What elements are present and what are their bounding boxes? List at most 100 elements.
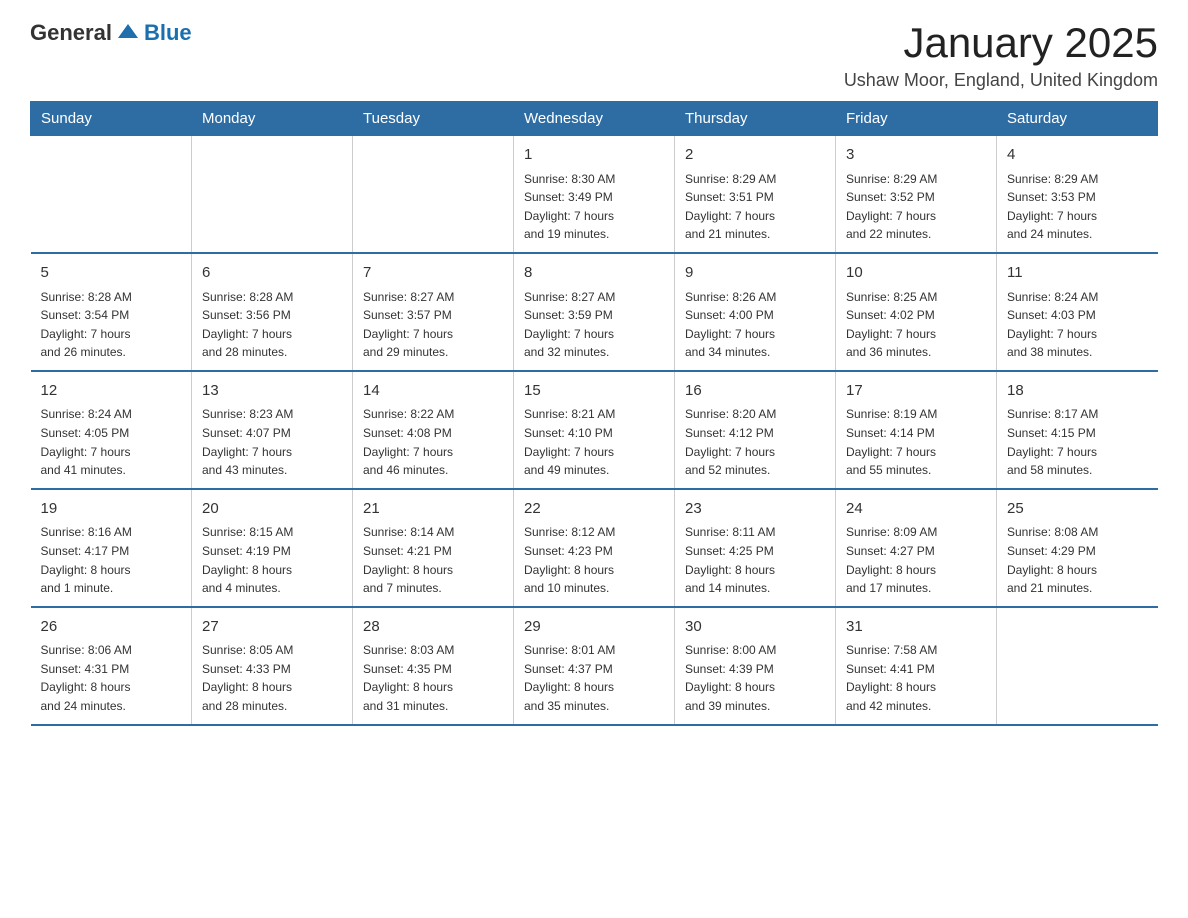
- calendar-cell: 5Sunrise: 8:28 AMSunset: 3:54 PMDaylight…: [31, 253, 192, 371]
- day-info: Sunrise: 8:00 AMSunset: 4:39 PMDaylight:…: [685, 641, 825, 715]
- calendar-cell: 27Sunrise: 8:05 AMSunset: 4:33 PMDayligh…: [192, 607, 353, 725]
- day-info: Sunrise: 8:30 AMSunset: 3:49 PMDaylight:…: [524, 170, 664, 244]
- day-number: 8: [524, 262, 664, 285]
- day-info: Sunrise: 8:29 AMSunset: 3:51 PMDaylight:…: [685, 170, 825, 244]
- calendar-cell: 4 Sunrise: 8:29 AMSunset: 3:53 PMDaylight…: [997, 136, 1158, 253]
- calendar-cell: 10 Sunrise: 8:25 AMSunset: 4:02 PMDayligh…: [836, 253, 997, 371]
- calendar-cell: 14Sunrise: 8:22 AMSunset: 4:08 PMDayligh…: [353, 371, 514, 489]
- calendar-week-row: 1 Sunrise: 8:30 AMSunset: 3:49 PMDaylight…: [31, 136, 1158, 253]
- day-info: Sunrise: 8:03 AMSunset: 4:35 PMDaylight:…: [363, 641, 503, 715]
- calendar-cell: 7Sunrise: 8:27 AMSunset: 3:57 PMDaylight…: [353, 253, 514, 371]
- calendar-cell: 22Sunrise: 8:12 AMSunset: 4:23 PMDayligh…: [514, 489, 675, 607]
- calendar-cell: 18Sunrise: 8:17 AMSunset: 4:15 PMDayligh…: [997, 371, 1158, 489]
- day-info: Sunrise: 8:15 AMSunset: 4:19 PMDaylight:…: [202, 523, 342, 597]
- day-info: Sunrise: 8:12 AMSunset: 4:23 PMDaylight:…: [524, 523, 664, 597]
- title-block: January 2025 Ushaw Moor, England, United…: [844, 20, 1158, 91]
- calendar-cell: 6 Sunrise: 8:28 AMSunset: 3:56 PMDaylight…: [192, 253, 353, 371]
- location-title: Ushaw Moor, England, United Kingdom: [844, 70, 1158, 91]
- day-number: 7: [363, 262, 503, 285]
- calendar-cell: 16Sunrise: 8:20 AMSunset: 4:12 PMDayligh…: [675, 371, 836, 489]
- calendar-cell: [353, 136, 514, 253]
- calendar-cell: 17Sunrise: 8:19 AMSunset: 4:14 PMDayligh…: [836, 371, 997, 489]
- day-number: 19: [41, 498, 182, 521]
- calendar-cell: 29Sunrise: 8:01 AMSunset: 4:37 PMDayligh…: [514, 607, 675, 725]
- calendar-cell: 3 Sunrise: 8:29 AMSunset: 3:52 PMDaylight…: [836, 136, 997, 253]
- calendar-week-row: 19Sunrise: 8:16 AMSunset: 4:17 PMDayligh…: [31, 489, 1158, 607]
- day-number: 16: [685, 380, 825, 403]
- calendar-week-row: 12Sunrise: 8:24 AMSunset: 4:05 PMDayligh…: [31, 371, 1158, 489]
- day-number: 24: [846, 498, 986, 521]
- day-info: Sunrise: 8:29 AMSunset: 3:53 PMDaylight:…: [1007, 170, 1148, 244]
- calendar-cell: 26Sunrise: 8:06 AMSunset: 4:31 PMDayligh…: [31, 607, 192, 725]
- day-info: Sunrise: 8:26 AMSunset: 4:00 PMDaylight:…: [685, 288, 825, 362]
- logo-icon: [116, 20, 140, 44]
- day-info: Sunrise: 8:16 AMSunset: 4:17 PMDaylight:…: [41, 523, 182, 597]
- calendar-cell: 19Sunrise: 8:16 AMSunset: 4:17 PMDayligh…: [31, 489, 192, 607]
- day-info: Sunrise: 8:19 AMSunset: 4:14 PMDaylight:…: [846, 405, 986, 479]
- day-info: Sunrise: 8:29 AMSunset: 3:52 PMDaylight:…: [846, 170, 986, 244]
- calendar-cell: 11Sunrise: 8:24 AMSunset: 4:03 PMDayligh…: [997, 253, 1158, 371]
- day-number: 30: [685, 616, 825, 639]
- calendar-cell: 9 Sunrise: 8:26 AMSunset: 4:00 PMDaylight…: [675, 253, 836, 371]
- day-number: 4: [1007, 144, 1148, 167]
- day-info: Sunrise: 8:17 AMSunset: 4:15 PMDaylight:…: [1007, 405, 1148, 479]
- day-info: Sunrise: 8:14 AMSunset: 4:21 PMDaylight:…: [363, 523, 503, 597]
- day-info: Sunrise: 8:21 AMSunset: 4:10 PMDaylight:…: [524, 405, 664, 479]
- day-info: Sunrise: 8:24 AMSunset: 4:05 PMDaylight:…: [41, 405, 182, 479]
- day-info: Sunrise: 8:28 AMSunset: 3:56 PMDaylight:…: [202, 288, 342, 362]
- calendar-cell: 12Sunrise: 8:24 AMSunset: 4:05 PMDayligh…: [31, 371, 192, 489]
- calendar-week-row: 5Sunrise: 8:28 AMSunset: 3:54 PMDaylight…: [31, 253, 1158, 371]
- calendar-cell: 13Sunrise: 8:23 AMSunset: 4:07 PMDayligh…: [192, 371, 353, 489]
- day-info: Sunrise: 7:58 AMSunset: 4:41 PMDaylight:…: [846, 641, 986, 715]
- logo-general: General: [30, 20, 112, 46]
- day-number: 1: [524, 144, 664, 167]
- day-number: 10: [846, 262, 986, 285]
- day-number: 2: [685, 144, 825, 167]
- day-number: 28: [363, 616, 503, 639]
- day-number: 25: [1007, 498, 1148, 521]
- day-number: 12: [41, 380, 182, 403]
- day-number: 22: [524, 498, 664, 521]
- day-info: Sunrise: 8:25 AMSunset: 4:02 PMDaylight:…: [846, 288, 986, 362]
- calendar-table: SundayMondayTuesdayWednesdayThursdayFrid…: [30, 101, 1158, 725]
- calendar-header-row: SundayMondayTuesdayWednesdayThursdayFrid…: [31, 102, 1158, 136]
- day-number: 21: [363, 498, 503, 521]
- day-number: 23: [685, 498, 825, 521]
- header-wednesday: Wednesday: [514, 102, 675, 136]
- header-thursday: Thursday: [675, 102, 836, 136]
- day-number: 15: [524, 380, 664, 403]
- day-number: 13: [202, 380, 342, 403]
- day-info: Sunrise: 8:20 AMSunset: 4:12 PMDaylight:…: [685, 405, 825, 479]
- calendar-cell: 31Sunrise: 7:58 AMSunset: 4:41 PMDayligh…: [836, 607, 997, 725]
- calendar-cell: 20Sunrise: 8:15 AMSunset: 4:19 PMDayligh…: [192, 489, 353, 607]
- day-number: 29: [524, 616, 664, 639]
- month-title: January 2025: [844, 20, 1158, 66]
- header-monday: Monday: [192, 102, 353, 136]
- day-info: Sunrise: 8:22 AMSunset: 4:08 PMDaylight:…: [363, 405, 503, 479]
- day-info: Sunrise: 8:08 AMSunset: 4:29 PMDaylight:…: [1007, 523, 1148, 597]
- day-number: 17: [846, 380, 986, 403]
- calendar-cell: 21Sunrise: 8:14 AMSunset: 4:21 PMDayligh…: [353, 489, 514, 607]
- day-info: Sunrise: 8:24 AMSunset: 4:03 PMDaylight:…: [1007, 288, 1148, 362]
- calendar-cell: 24Sunrise: 8:09 AMSunset: 4:27 PMDayligh…: [836, 489, 997, 607]
- day-info: Sunrise: 8:01 AMSunset: 4:37 PMDaylight:…: [524, 641, 664, 715]
- day-info: Sunrise: 8:06 AMSunset: 4:31 PMDaylight:…: [41, 641, 182, 715]
- day-number: 3: [846, 144, 986, 167]
- day-number: 14: [363, 380, 503, 403]
- day-number: 9: [685, 262, 825, 285]
- day-info: Sunrise: 8:27 AMSunset: 3:59 PMDaylight:…: [524, 288, 664, 362]
- header-saturday: Saturday: [997, 102, 1158, 136]
- day-number: 18: [1007, 380, 1148, 403]
- day-info: Sunrise: 8:09 AMSunset: 4:27 PMDaylight:…: [846, 523, 986, 597]
- day-info: Sunrise: 8:11 AMSunset: 4:25 PMDaylight:…: [685, 523, 825, 597]
- day-number: 6: [202, 262, 342, 285]
- calendar-cell: [997, 607, 1158, 725]
- day-number: 5: [41, 262, 182, 285]
- logo-blue: Blue: [144, 20, 192, 46]
- calendar-cell: 23Sunrise: 8:11 AMSunset: 4:25 PMDayligh…: [675, 489, 836, 607]
- calendar-week-row: 26Sunrise: 8:06 AMSunset: 4:31 PMDayligh…: [31, 607, 1158, 725]
- header-sunday: Sunday: [31, 102, 192, 136]
- calendar-cell: 1 Sunrise: 8:30 AMSunset: 3:49 PMDaylight…: [514, 136, 675, 253]
- calendar-cell: 25Sunrise: 8:08 AMSunset: 4:29 PMDayligh…: [997, 489, 1158, 607]
- page-header: General Blue January 2025 Ushaw Moor, En…: [30, 20, 1158, 91]
